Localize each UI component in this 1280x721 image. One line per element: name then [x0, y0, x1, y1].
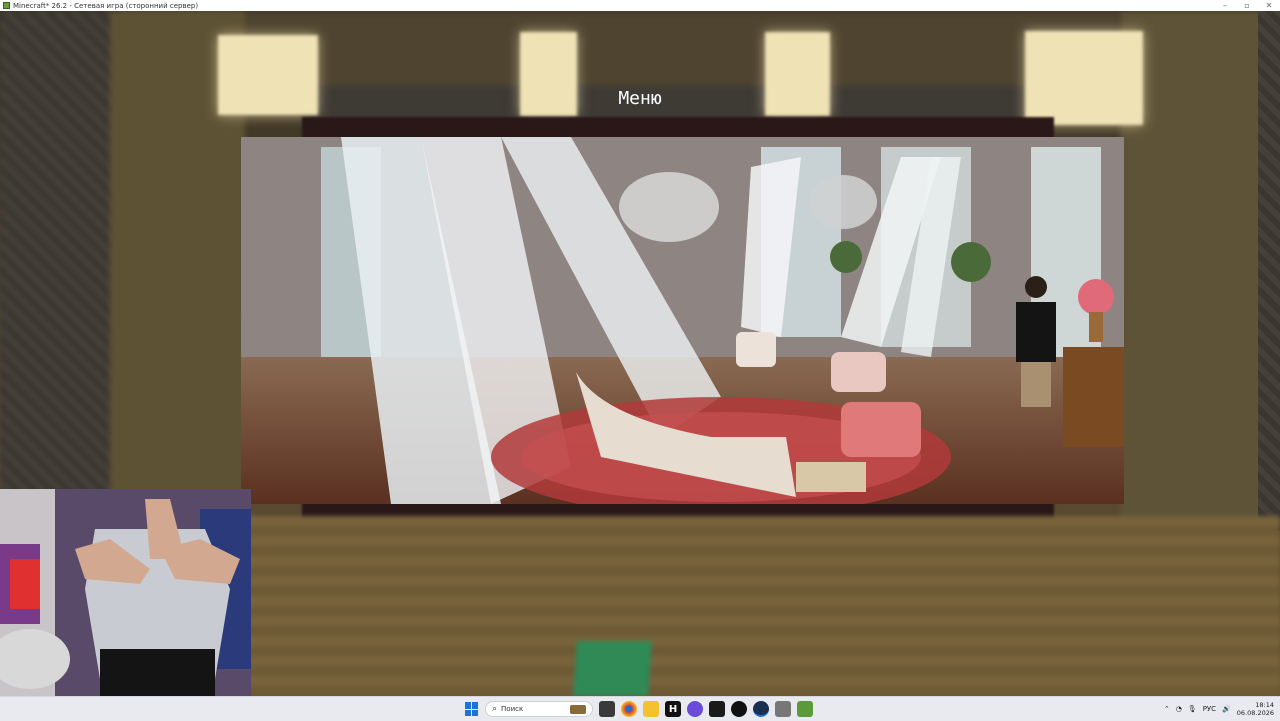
minecraft-icon[interactable]: [797, 701, 813, 717]
search-icon: ⌕: [492, 704, 498, 714]
task-view-icon[interactable]: [599, 701, 615, 717]
tray-clock[interactable]: 18:14 06.08.2026: [1237, 701, 1274, 717]
windows-taskbar: ⌕ Поиск H ⌃ ◔ 🎙 РУС 🔊 18:14 06.08.2026: [0, 696, 1280, 721]
taskbar-apps: ⌕ Поиск H: [465, 697, 813, 721]
terminal-icon[interactable]: [709, 701, 725, 717]
search-placeholder: Поиск: [501, 705, 524, 713]
tray-mic-icon[interactable]: 🎙: [1188, 705, 1197, 713]
window-title: Minecraft* 26.2 - Сетевая игра (сторонни…: [13, 1, 199, 10]
minecraft-app-icon: [3, 2, 10, 9]
tray-chevron-icon[interactable]: ⌃: [1164, 705, 1170, 713]
windows-start-icon[interactable]: [465, 702, 479, 716]
search-highlight-icon: [570, 704, 586, 714]
messenger-icon[interactable]: [687, 701, 703, 717]
minimize-button[interactable]: –: [1214, 0, 1236, 11]
file-explorer-icon[interactable]: [643, 701, 659, 717]
window-titlebar: Minecraft* 26.2 - Сетевая игра (сторонни…: [0, 0, 1280, 11]
tray-date: 06.08.2026: [1236, 709, 1274, 717]
tray-network-icon[interactable]: ◔: [1176, 705, 1182, 713]
webcam-image: [0, 489, 251, 696]
steam-icon[interactable]: [753, 701, 769, 717]
video-screen: [241, 137, 1124, 504]
held-block: [573, 641, 652, 696]
webcam-overlay: [0, 489, 251, 696]
menu-title: Меню: [618, 88, 662, 109]
taskbar-search[interactable]: ⌕ Поиск: [485, 701, 593, 717]
github-icon[interactable]: [731, 701, 747, 717]
system-tray: ⌃ ◔ 🎙 РУС 🔊 18:14 06.08.2026: [1164, 697, 1274, 721]
ceiling-lamp: [1025, 31, 1143, 125]
chrome-icon[interactable]: [621, 701, 637, 717]
app-icon[interactable]: [775, 701, 791, 717]
window-controls: – ▫ ✕: [1214, 0, 1280, 11]
video-frame-image: [241, 137, 1124, 504]
close-button[interactable]: ✕: [1258, 0, 1280, 11]
hbo-icon[interactable]: H: [665, 701, 681, 717]
tray-volume-icon[interactable]: 🔊: [1222, 705, 1231, 713]
stone-wall-left: [0, 11, 120, 511]
tray-time: 18:14: [1255, 701, 1274, 709]
maximize-button[interactable]: ▫: [1236, 0, 1258, 11]
tray-language[interactable]: РУС: [1203, 705, 1216, 713]
